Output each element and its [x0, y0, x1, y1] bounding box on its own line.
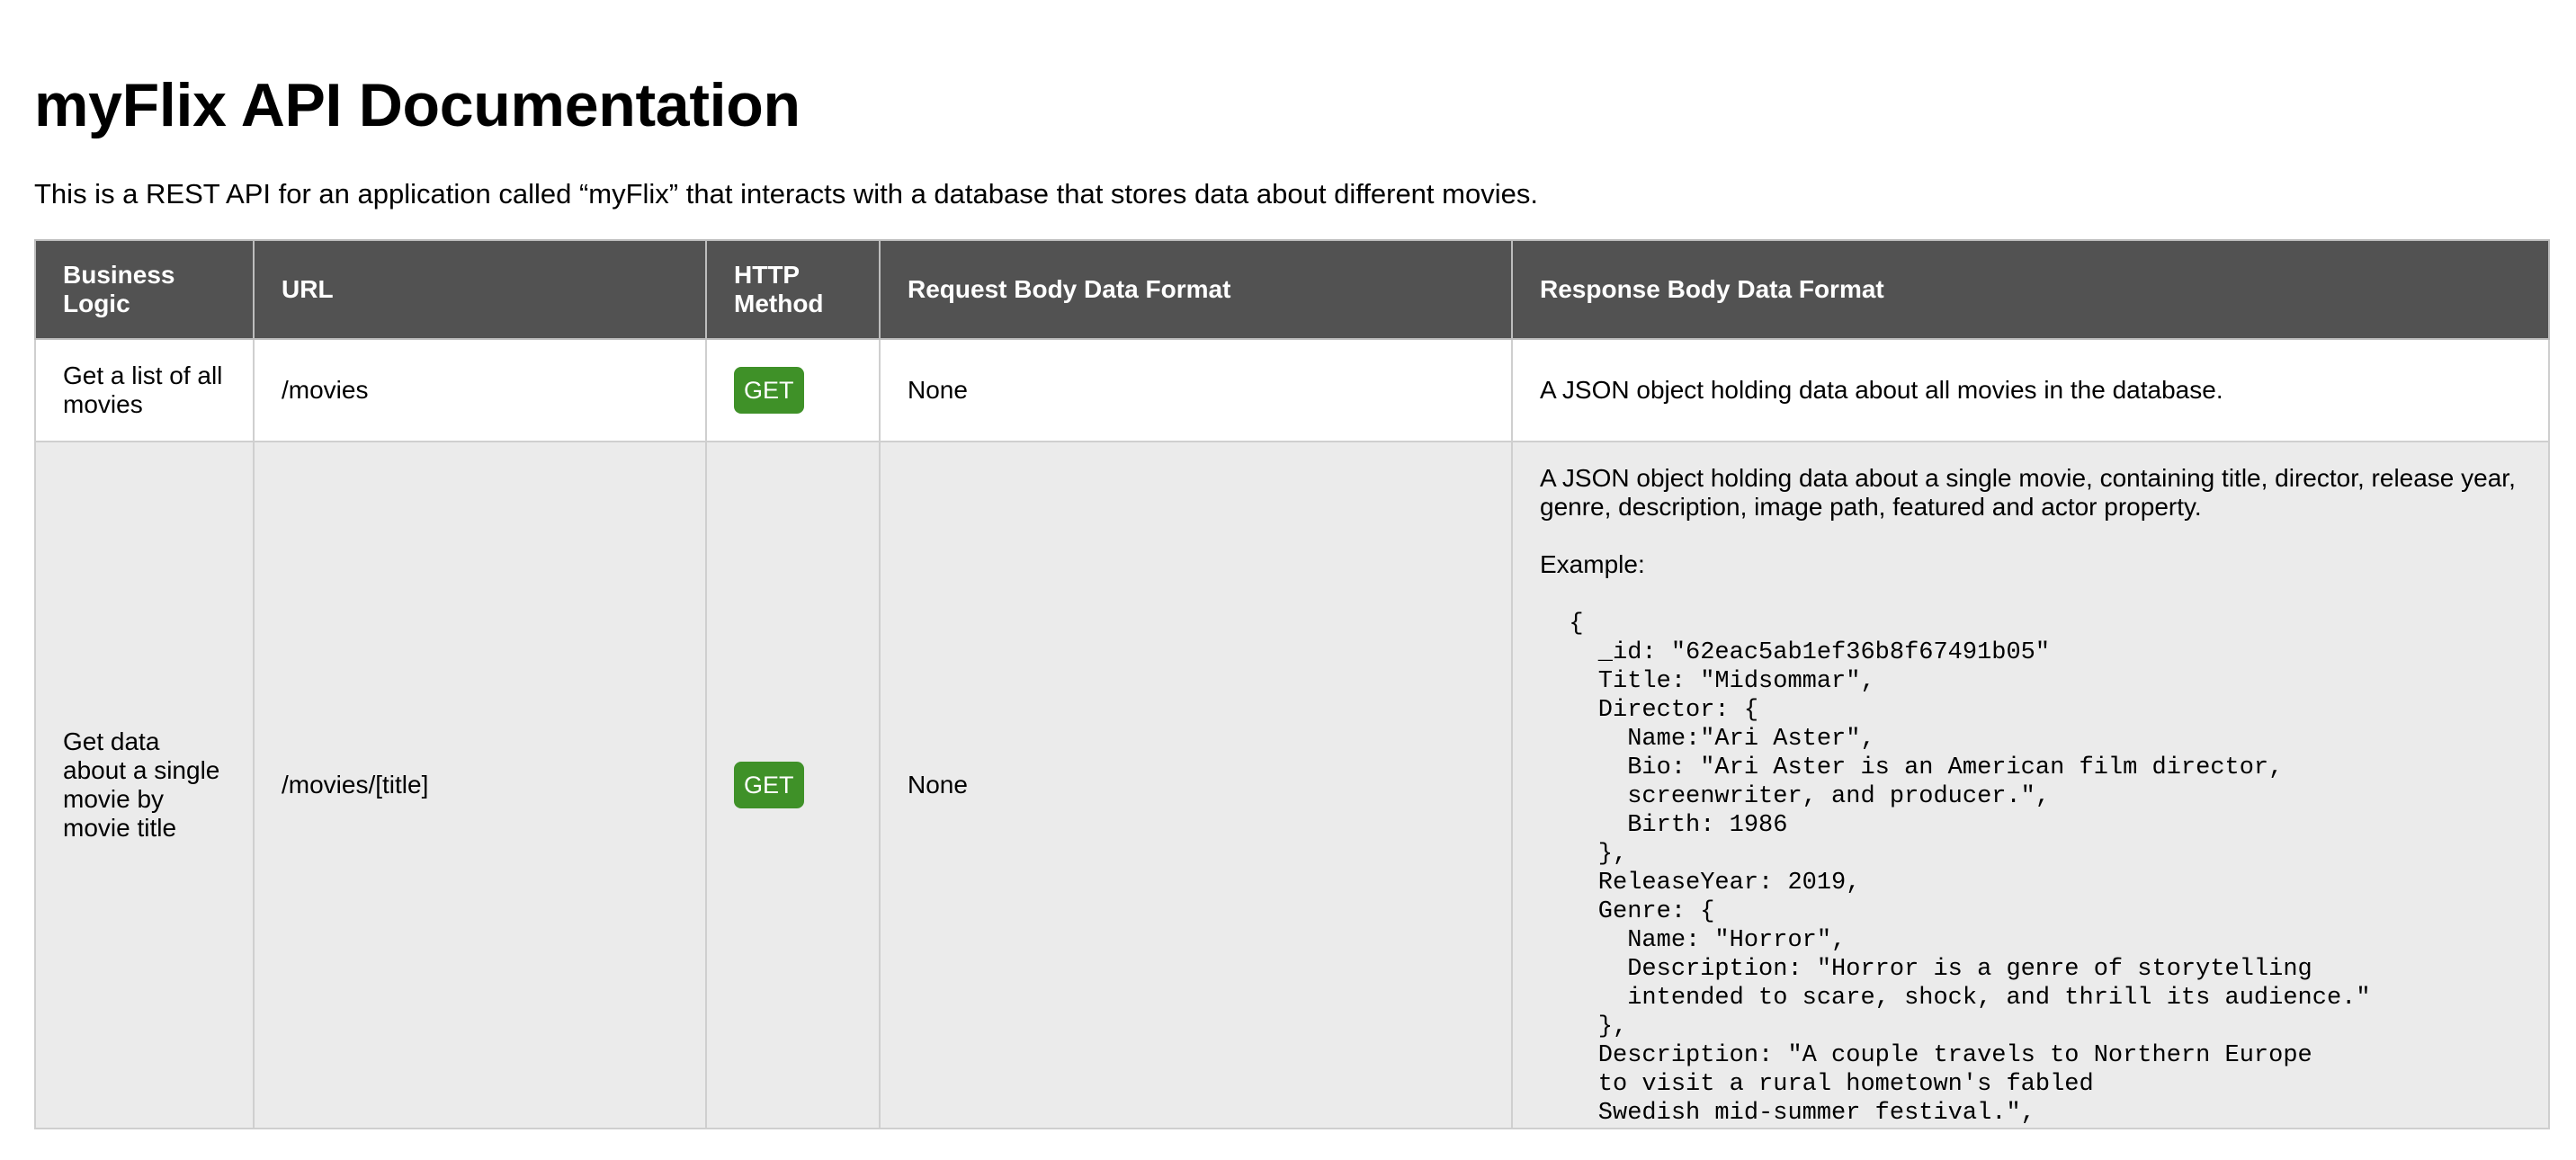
header-response-body: Response Body Data Format — [1511, 239, 2550, 340]
cell-url: /movies — [253, 338, 707, 442]
example-label: Example: — [1540, 550, 1645, 578]
header-http-method: HTTP Method — [705, 239, 881, 340]
cell-response-body: A JSON object holding data about a singl… — [1511, 441, 2550, 1129]
cell-url: /movies/[title] — [253, 441, 707, 1129]
header-url: URL — [253, 239, 707, 340]
cell-business-logic: Get data about a single movie by movie t… — [34, 441, 255, 1129]
get-method-badge: GET — [734, 762, 804, 808]
get-method-badge: GET — [734, 367, 804, 414]
table-row: Get data about a single movie by movie t… — [34, 441, 2550, 1129]
table-header-row: Business Logic URL HTTP Method Request B… — [34, 239, 2550, 340]
cell-request-body: None — [879, 338, 1513, 442]
header-request-body: Request Body Data Format — [879, 239, 1513, 340]
intro-paragraph: This is a REST API for an application ca… — [34, 178, 1538, 210]
example-json-code: { _id: "62eac5ab1ef36b8f67491b05" Title:… — [1569, 611, 2371, 1127]
page-title: myFlix API Documentation — [34, 71, 801, 139]
cell-business-logic: Get a list of all movies — [34, 338, 255, 442]
endpoints-table: Business Logic URL HTTP Method Request B… — [34, 239, 2550, 1129]
header-business-logic: Business Logic — [34, 239, 255, 340]
cell-http-method: GET — [705, 338, 881, 442]
table-row: Get a list of all movies /movies GET Non… — [34, 338, 2550, 442]
cell-response-body: A JSON object holding data about all mov… — [1511, 338, 2550, 442]
response-description: A JSON object holding data about a singl… — [1540, 464, 2516, 521]
cell-http-method: GET — [705, 441, 881, 1129]
cell-request-body: None — [879, 441, 1513, 1129]
